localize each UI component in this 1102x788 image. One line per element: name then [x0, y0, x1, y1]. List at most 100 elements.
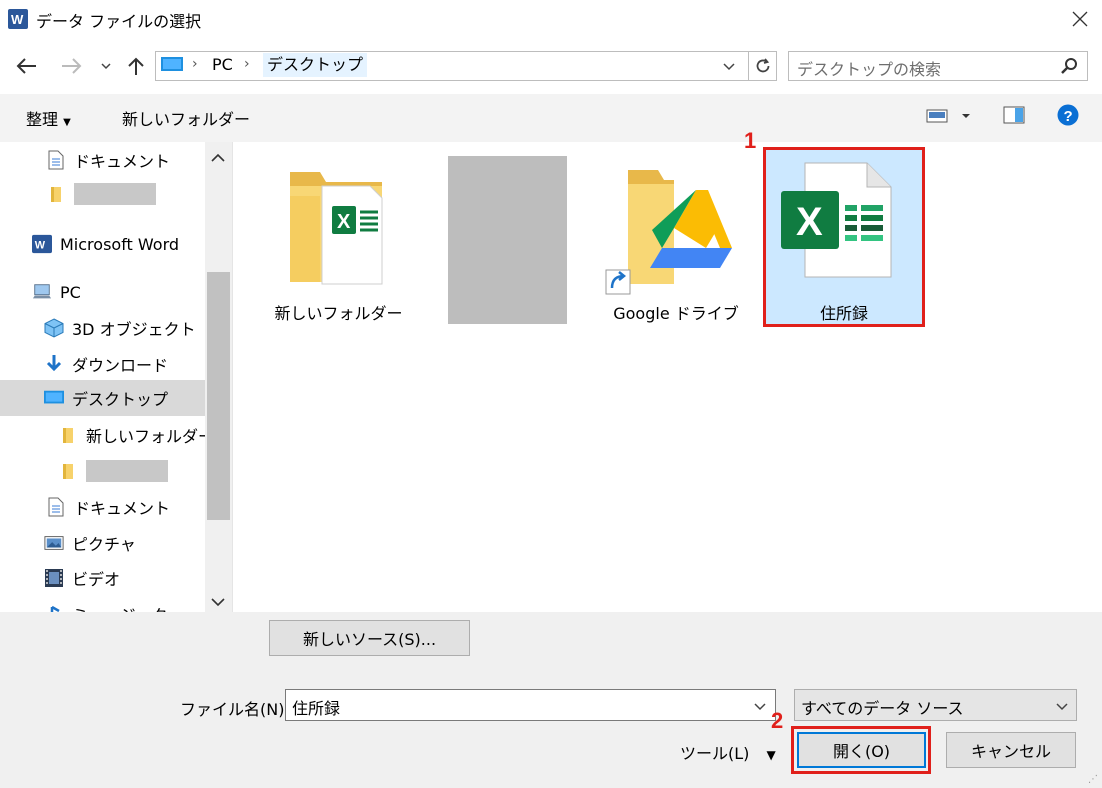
svg-text:X: X — [337, 211, 351, 233]
pictures-icon — [44, 533, 64, 553]
search-placeholder: デスクトップの検索 — [797, 60, 942, 79]
back-button[interactable] — [10, 52, 42, 80]
sidebar-item-desktop[interactable]: デスクトップ — [0, 380, 232, 416]
recent-locations-button[interactable] — [96, 52, 116, 80]
close-button[interactable] — [1060, 2, 1100, 36]
file-label: Google ドライブ — [613, 304, 739, 323]
arrow-up-icon — [128, 57, 144, 75]
caret-down-icon: ▼ — [766, 748, 776, 762]
3d-objects-icon — [44, 318, 64, 338]
arrow-left-icon — [16, 58, 36, 74]
sidebar-item-pictures[interactable]: ピクチャ — [0, 525, 232, 561]
change-view-button[interactable] — [926, 108, 974, 128]
arrow-right-icon — [62, 58, 82, 74]
up-button[interactable] — [122, 52, 150, 80]
preview-pane-icon — [1003, 106, 1025, 124]
new-folder-button[interactable]: 新しいフォルダー — [122, 106, 250, 130]
refresh-button[interactable] — [748, 52, 777, 80]
folder-icon — [46, 184, 66, 204]
annotation-step-2: 2 — [771, 708, 784, 733]
file-type-select[interactable]: すべてのデータ ソース — [794, 689, 1077, 721]
breadcrumb-desktop[interactable]: デスクトップ — [263, 53, 368, 77]
view-icon — [926, 109, 970, 123]
sidebar-item-label: ピクチャ — [72, 535, 136, 554]
sidebar-item-label: ビデオ — [72, 570, 121, 589]
chevron-down-icon — [754, 703, 766, 711]
sidebar-item-videos[interactable]: ビデオ — [0, 560, 232, 596]
filename-field[interactable]: 住所録 — [285, 689, 776, 721]
help-button[interactable]: ? — [1057, 104, 1079, 130]
sidebar-item-redacted-folder[interactable] — [0, 176, 232, 212]
sidebar-item-label: 新しいフォルダー — [86, 427, 215, 446]
annotation-highlight-box — [791, 726, 931, 774]
google-drive-folder-icon — [605, 170, 732, 295]
folder-icon — [58, 461, 78, 481]
sidebar-item-documents[interactable]: ドキュメント — [0, 489, 232, 525]
navigation-pane[interactable]: ドキュメント W Microsoft Word PC 3D オブジェクト ダウン… — [0, 142, 233, 612]
sidebar-item-label: Microsoft Word — [60, 234, 180, 254]
sidebar-item-label: 3D オブジェクト — [72, 320, 196, 339]
file-item-new-folder[interactable]: X 新しいフォルダー — [266, 150, 411, 328]
sidebar-item-label: ミュージック — [72, 602, 168, 612]
desktop-icon — [44, 388, 64, 408]
annotation-step-1: 1 — [744, 128, 757, 153]
music-icon — [44, 604, 64, 612]
sidebar-item-music[interactable]: ミュージック — [0, 596, 232, 612]
sidebar-item-label: ドキュメント — [74, 499, 171, 518]
scroll-up-button[interactable] — [210, 149, 226, 168]
sidebar-item-label: ダウンロード — [72, 356, 169, 375]
sidebar-item-redacted-folder[interactable] — [0, 453, 232, 489]
window-title: データ ファイルの選択 — [36, 12, 202, 31]
video-icon — [44, 568, 64, 588]
sidebar-item-downloads[interactable]: ダウンロード — [0, 346, 232, 382]
word-app-icon: W — [8, 9, 28, 29]
sidebar-item-label: デスクトップ — [72, 390, 169, 409]
caret-down-icon: ▼ — [63, 117, 71, 128]
annotation-highlight-box — [763, 147, 925, 327]
sidebar-item-microsoft-word[interactable]: W Microsoft Word — [0, 226, 232, 262]
close-icon — [1072, 11, 1088, 27]
chevron-up-icon — [211, 153, 225, 162]
folder-icon — [58, 425, 78, 445]
svg-text:?: ? — [1064, 108, 1073, 125]
sidebar-item-pc[interactable]: PC — [0, 274, 232, 310]
chevron-down-icon — [211, 598, 225, 607]
scrollbar-thumb[interactable] — [207, 272, 230, 520]
preview-pane-button[interactable] — [1003, 106, 1025, 128]
scroll-down-button[interactable] — [210, 593, 226, 612]
sidebar-item-new-folder[interactable]: 新しいフォルダー — [0, 417, 232, 453]
file-label: 新しいフォルダー — [274, 304, 403, 323]
tools-menu[interactable]: ツール(L) ▼ — [680, 740, 776, 764]
new-source-button[interactable]: 新しいソース(S)... — [269, 620, 470, 656]
folder-with-excel-icon: X — [290, 172, 383, 285]
file-item-google-drive[interactable]: Google ドライブ — [600, 150, 752, 328]
filename-value: 住所録 — [292, 699, 341, 718]
forward-button[interactable] — [56, 52, 88, 80]
address-dropdown-button[interactable] — [722, 58, 736, 77]
breadcrumb-separator-icon: › — [244, 56, 250, 72]
breadcrumb-pc[interactable]: PC — [212, 55, 233, 74]
sidebar-item-label: ドキュメント — [74, 152, 171, 171]
word-icon: W — [32, 234, 52, 254]
file-item-redacted[interactable] — [448, 156, 567, 324]
svg-text:W: W — [35, 240, 46, 252]
sidebar-item-3d-objects[interactable]: 3D オブジェクト — [0, 310, 232, 346]
download-icon — [44, 354, 64, 374]
tools-label: ツール(L) — [680, 744, 750, 763]
pc-icon — [32, 282, 52, 302]
chevron-down-icon — [1056, 703, 1068, 711]
organize-menu[interactable]: 整理 ▼ — [26, 106, 71, 130]
cancel-button[interactable]: キャンセル — [946, 732, 1076, 768]
filename-label: ファイル名(N): — [180, 700, 290, 719]
breadcrumb-separator-icon: › — [192, 56, 198, 72]
resize-grip-icon[interactable]: ⋰ — [1088, 774, 1098, 785]
redacted-label — [74, 183, 156, 205]
svg-text:W: W — [11, 12, 24, 27]
organize-label: 整理 — [26, 110, 59, 129]
sidebar-item-documents[interactable]: ドキュメント — [0, 142, 232, 178]
document-icon — [46, 497, 66, 517]
search-icon[interactable] — [1060, 57, 1078, 79]
chevron-down-icon — [723, 63, 735, 71]
desktop-icon — [161, 57, 183, 73]
refresh-icon — [756, 58, 770, 73]
